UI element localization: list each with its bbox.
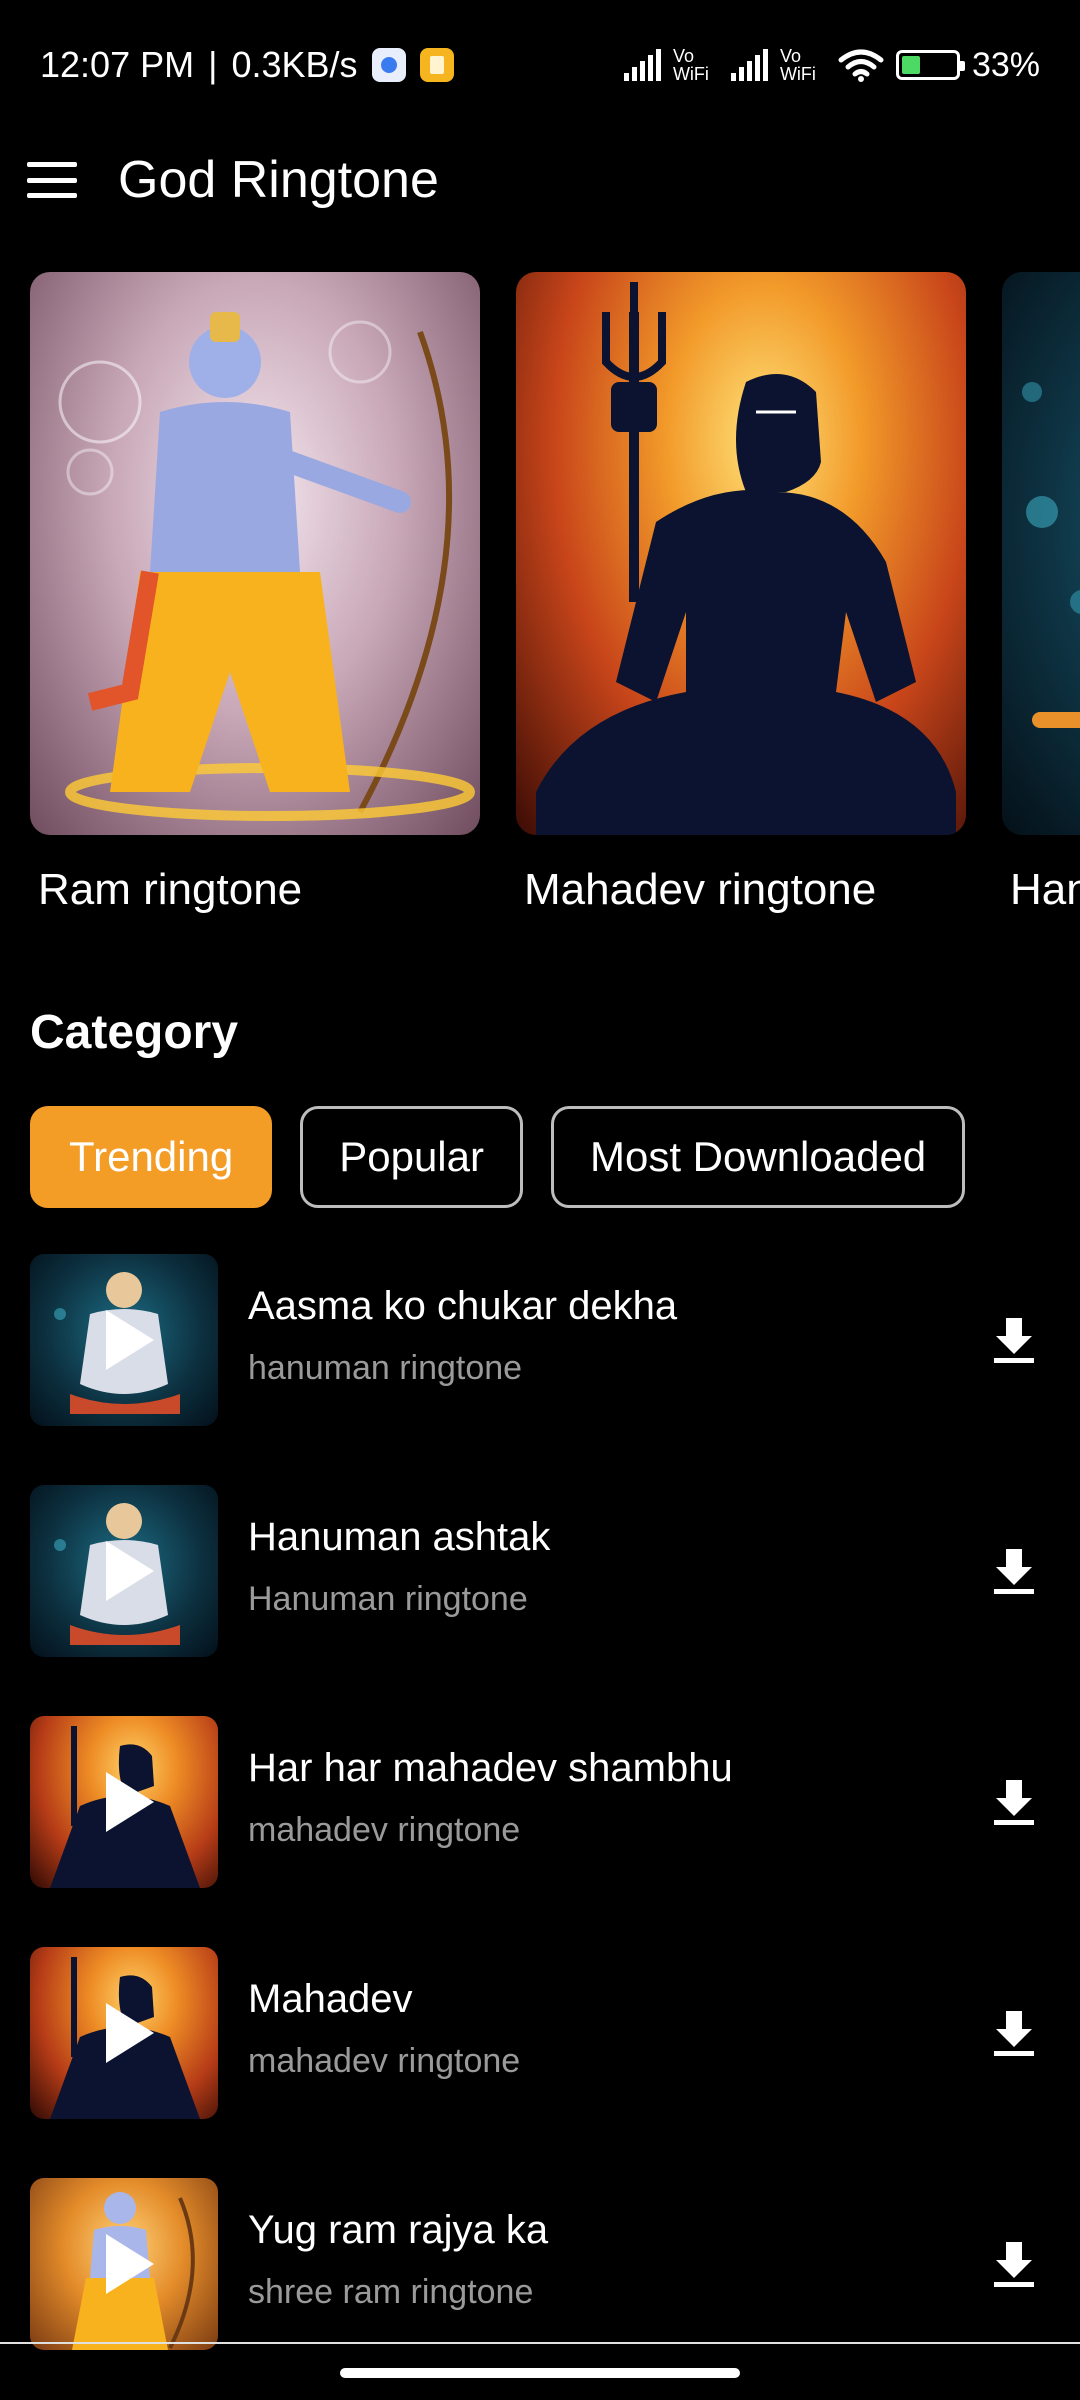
chip-trending[interactable]: Trending — [30, 1106, 273, 1208]
app-title: God Ringtone — [118, 151, 439, 209]
status-bar: 12:07 PM | 0.3KB/s Vo WiFi Vo WiFi 33% — [0, 0, 1080, 130]
download-icon — [994, 1318, 1034, 1363]
signal-icon-1 — [623, 49, 661, 81]
play-icon — [106, 1310, 154, 1370]
ringtone-title: Yug ram rajya ka — [248, 2208, 549, 2252]
carousel-label-ram: Ram ringtone — [38, 865, 303, 914]
ringtone-text: Yug ram rajya ka shree ram ringtone — [248, 2208, 548, 2312]
list-item[interactable]: Hanuman ashtak Hanuman ringtone — [0, 1485, 1080, 1716]
ringtone-text: Har har mahadev shambhu mahadev ringtone — [248, 1746, 733, 1850]
god-carousel[interactable]: Ram ringtone Mahadev ringtone Han — [0, 272, 1080, 932]
notes-notification-icon — [419, 48, 454, 82]
ringtone-subtitle: Hanuman ringtone — [248, 1580, 528, 1618]
network-speed: 0.3KB/s — [231, 44, 358, 85]
play-icon — [106, 1541, 154, 1601]
list-item[interactable]: Yug ram rajya ka shree ram ringtone — [0, 2178, 1080, 2400]
battery-icon — [895, 50, 965, 80]
signal-icon-2 — [730, 49, 768, 81]
status-right: Vo WiFi Vo WiFi 33% — [623, 45, 1040, 85]
vowifi-label-1: Vo WiFi — [672, 46, 709, 84]
download-icon — [994, 1780, 1034, 1825]
category-chips: Trending Popular Most Downloaded — [30, 1106, 966, 1208]
ram-image — [30, 272, 480, 835]
carousel-label-mahadev: Mahadev ringtone — [524, 865, 877, 914]
vowifi-label-2: Vo WiFi — [779, 46, 816, 84]
ringtone-list: Aasma ko chukar dekha hanuman ringtone H… — [0, 1254, 1080, 2400]
status-left: 12:07 PM | 0.3KB/s — [40, 44, 454, 86]
category-title: Category — [30, 1006, 239, 1059]
carousel-card-hanuman[interactable]: Hanuman ringtone — [1002, 272, 1080, 932]
play-icon — [106, 2234, 154, 2294]
chip-popular[interactable]: Popular — [300, 1106, 523, 1208]
ringtone-text: Hanuman ashtak Hanuman ringtone — [248, 1515, 550, 1619]
download-button[interactable] — [984, 2234, 1044, 2294]
ringtone-thumbnail[interactable] — [30, 1947, 218, 2119]
download-icon — [994, 2011, 1034, 2056]
ringtone-subtitle: hanuman ringtone — [248, 1349, 523, 1387]
list-item[interactable]: Aasma ko chukar dekha hanuman ringtone — [0, 1254, 1080, 1485]
ringtone-title: Aasma ko chukar dekha — [248, 1284, 678, 1328]
play-icon — [106, 1772, 154, 1832]
ringtone-thumbnail[interactable] — [30, 1485, 218, 1657]
download-icon — [994, 1549, 1034, 1594]
status-time: 12:07 PM — [40, 44, 195, 85]
play-icon — [106, 2003, 154, 2063]
download-button[interactable] — [984, 1772, 1044, 1832]
ringtone-text: Mahadev mahadev ringtone — [248, 1977, 520, 2081]
ringtone-thumbnail[interactable] — [30, 1716, 218, 1888]
menu-button[interactable] — [0, 130, 112, 230]
ringtone-subtitle: mahadev ringtone — [248, 2042, 521, 2080]
mahadev-image — [516, 272, 966, 835]
battery-percent: 33% — [971, 45, 1040, 84]
download-button[interactable] — [984, 2003, 1044, 2063]
app-bar: God Ringtone — [0, 130, 1080, 230]
ringtone-subtitle: shree ram ringtone — [248, 2273, 534, 2311]
hanuman-image — [1002, 272, 1080, 835]
ringtone-subtitle: mahadev ringtone — [248, 1811, 521, 1849]
gesture-nav-bar[interactable] — [340, 2368, 740, 2378]
download-button[interactable] — [984, 1310, 1044, 1370]
list-item[interactable]: Mahadev mahadev ringtone — [0, 1947, 1080, 2178]
wifi-icon — [838, 49, 884, 82]
hamburger-icon — [27, 162, 77, 198]
ringtone-thumbnail[interactable] — [30, 2178, 218, 2350]
carousel-card-ram[interactable]: Ram ringtone — [30, 272, 480, 932]
ringtone-title: Mahadev — [248, 1977, 413, 2021]
screen: 12:07 PM | 0.3KB/s Vo WiFi Vo WiFi 33% G… — [0, 0, 1080, 2400]
ringtone-title: Har har mahadev shambhu — [248, 1746, 733, 1790]
download-button[interactable] — [984, 1541, 1044, 1601]
ringtone-text: Aasma ko chukar dekha hanuman ringtone — [248, 1284, 677, 1388]
ringtone-title: Hanuman ashtak — [248, 1515, 551, 1559]
ringtone-thumbnail[interactable] — [30, 1254, 218, 1426]
download-icon — [994, 2242, 1034, 2287]
settings-notification-icon — [371, 48, 406, 82]
bottom-divider — [0, 2342, 1080, 2344]
carousel-label-hanuman: Hanuman ringtone — [1010, 865, 1080, 914]
list-item[interactable]: Har har mahadev shambhu mahadev ringtone — [0, 1716, 1080, 1947]
carousel-card-mahadev[interactable]: Mahadev ringtone — [516, 272, 966, 932]
status-separator: | — [208, 44, 218, 85]
chip-most-downloaded[interactable]: Most Downloaded — [550, 1106, 966, 1208]
